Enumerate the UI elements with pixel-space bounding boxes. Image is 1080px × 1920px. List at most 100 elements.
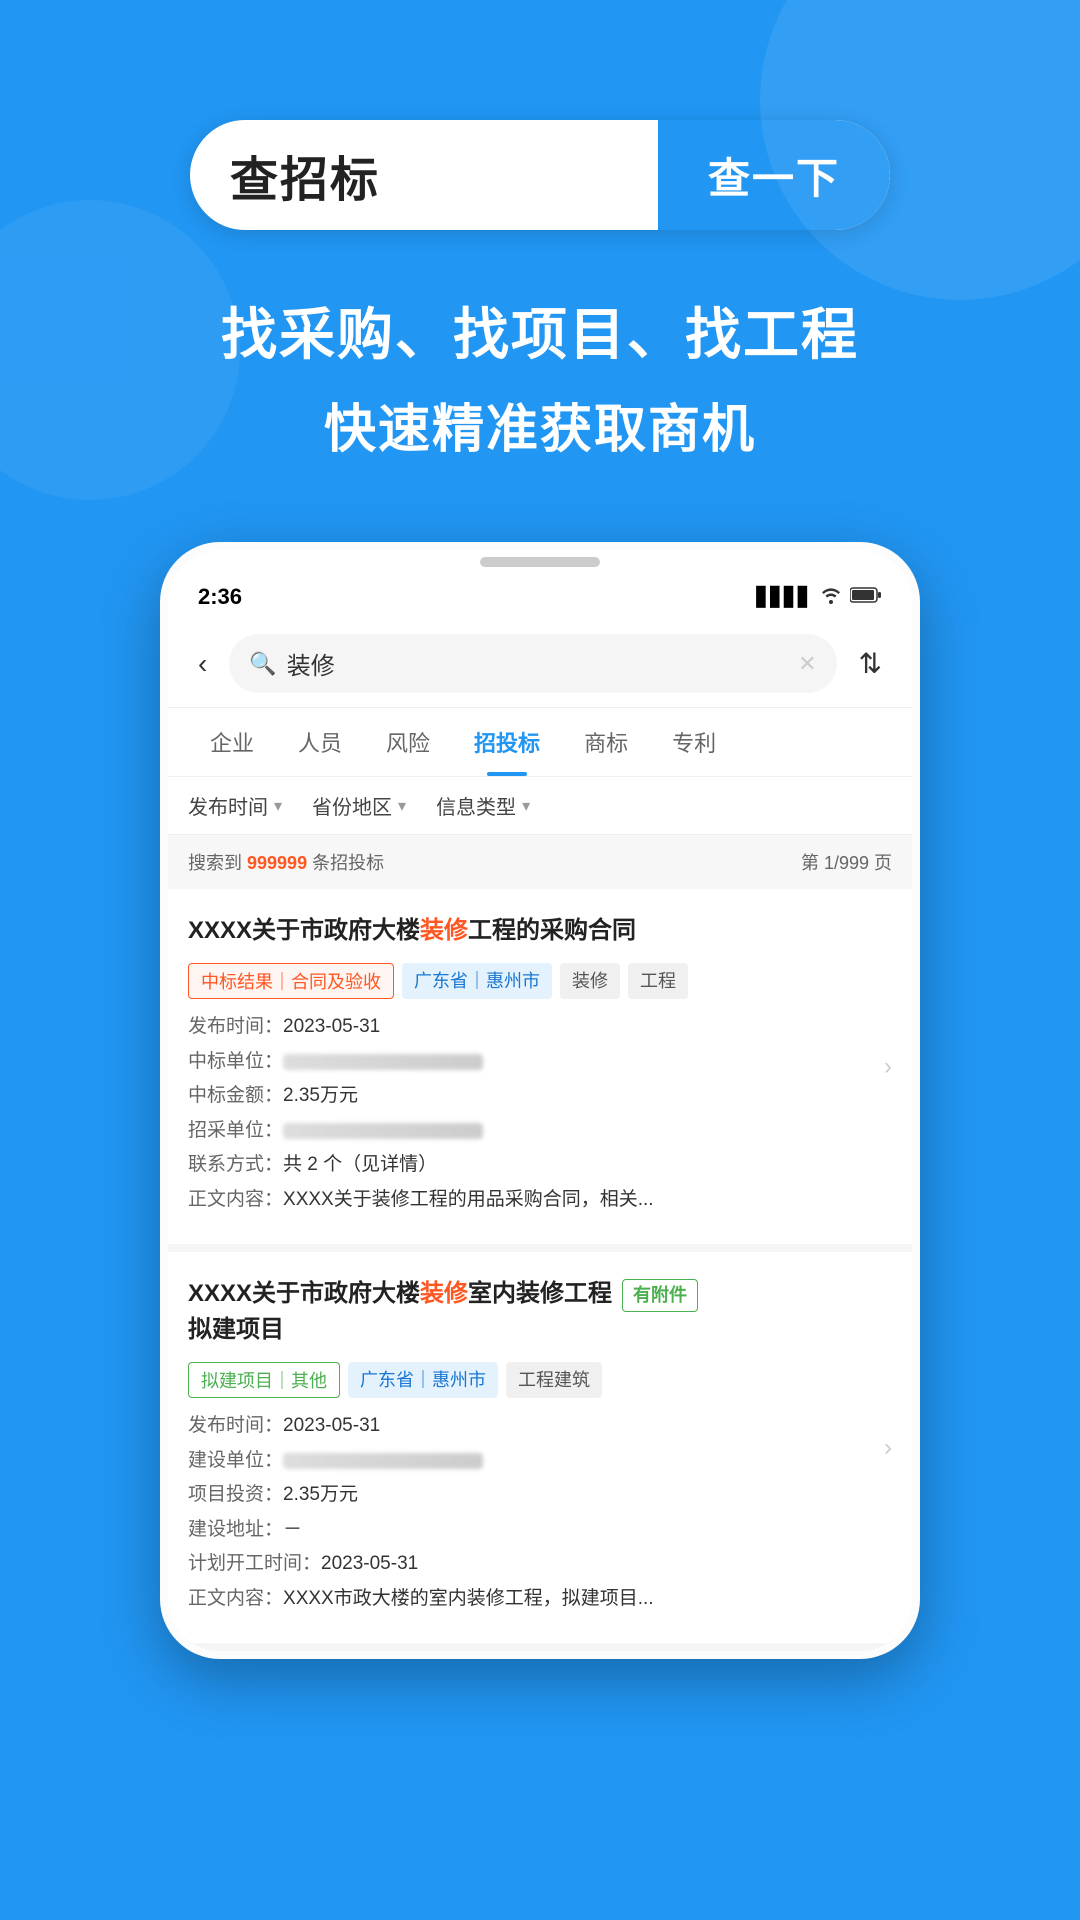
phone-search-input[interactable]: 🔍 装修 ✕ xyxy=(229,634,836,693)
filter-time-arrow: ▾ xyxy=(274,796,282,816)
info-content-1: 正文内容： XXXX关于装修工程的用品采购合同，相关... xyxy=(188,1186,892,1215)
info-label-buyer-1: 招采单位： xyxy=(188,1117,283,1146)
filter-region-arrow: ▾ xyxy=(398,796,406,816)
info-value-amount-1: 2.35万元 xyxy=(283,1082,358,1111)
info-value-time-1: 2023-05-31 xyxy=(283,1013,380,1042)
info-content-2: 正文内容： XXXX市政大楼的室内装修工程，拟建项目... xyxy=(188,1585,892,1614)
info-label-amount-1: 中标金额： xyxy=(188,1082,283,1111)
info-investment-2: 项目投资： 2.35万元 xyxy=(188,1481,892,1510)
search-input-area[interactable]: 查招标 xyxy=(190,140,658,210)
result-tags-2: 拟建项目｜其他 广东省｜惠州市 工程建筑 xyxy=(188,1362,892,1398)
info-label-content-1: 正文内容： xyxy=(188,1186,283,1215)
result-title-suffix-2: 室内装修工程 xyxy=(468,1280,612,1307)
info-label-investment-2: 项目投资： xyxy=(188,1481,283,1510)
search-clear-icon[interactable]: ✕ xyxy=(798,651,816,677)
results-info-bar: 搜索到 999999 条招投标 第 1/999 页 xyxy=(168,835,912,889)
info-winner-1: 中标单位： xyxy=(188,1048,892,1077)
filter-time-label: 发布时间 xyxy=(188,791,268,820)
info-starttime-2: 计划开工时间： 2023-05-31 xyxy=(188,1550,892,1579)
results-suffix: 条招投标 xyxy=(307,853,384,873)
phone-mockup: 2:36 ▋▋▋▋ ‹ xyxy=(160,542,920,1659)
tab-enterprise[interactable]: 企业 xyxy=(188,708,276,776)
info-publish-time-2: 发布时间： 2023-05-31 xyxy=(188,1412,892,1441)
filter-region[interactable]: 省份地区 ▾ xyxy=(312,791,406,820)
result-title-suffix-1: 工程的采购合同 xyxy=(468,917,636,944)
tab-bidding[interactable]: 招投标 xyxy=(452,708,562,776)
phone-notch xyxy=(480,557,600,567)
results-prefix: 搜索到 xyxy=(188,853,247,873)
tag-region-2: 广东省｜惠州市 xyxy=(348,1362,498,1398)
tab-trademark[interactable]: 商标 xyxy=(562,708,650,776)
tab-patent[interactable]: 专利 xyxy=(650,708,738,776)
info-label-time-2: 发布时间： xyxy=(188,1412,283,1441)
info-label-address-2: 建设地址： xyxy=(188,1516,283,1545)
info-value-address-2: － xyxy=(283,1516,302,1545)
phone-search-bar: ‹ 🔍 装修 ✕ ⇅ xyxy=(168,620,912,708)
info-label-builder-2: 建设单位： xyxy=(188,1447,283,1476)
result-item-2[interactable]: XXXX关于市政府大楼装修室内装修工程有附件拟建项目 拟建项目｜其他 广东省｜惠… xyxy=(168,1252,912,1651)
filter-time[interactable]: 发布时间 ▾ xyxy=(188,791,282,820)
search-icon-small: 🔍 xyxy=(249,651,276,677)
result-title-line2-2: 拟建项目 xyxy=(188,1316,284,1343)
wifi-icon xyxy=(820,586,842,609)
status-icons: ▋▋▋▋ xyxy=(757,586,882,609)
tag-region-1: 广东省｜惠州市 xyxy=(402,963,552,999)
result-title-highlight-1: 装修 xyxy=(420,917,468,944)
info-value-winner-1 xyxy=(283,1054,483,1070)
info-label-starttime-2: 计划开工时间： xyxy=(188,1550,321,1579)
filter-button[interactable]: ⇅ xyxy=(849,647,892,680)
battery-icon xyxy=(850,586,882,609)
tag-cat-2: 工程 xyxy=(628,963,688,999)
attachment-badge: 有附件 xyxy=(622,1279,698,1312)
result-title-prefix-1: XXXX关于市政府大楼 xyxy=(188,917,420,944)
info-publish-time-1: 发布时间： 2023-05-31 xyxy=(188,1013,892,1042)
phone-notch-bar xyxy=(168,550,912,574)
result-arrow-2: › xyxy=(884,1434,892,1462)
signal-icon: ▋▋▋▋ xyxy=(757,587,812,608)
info-amount-1: 中标金额： 2.35万元 xyxy=(188,1082,892,1111)
tabs-bar: 企业 人员 风险 招投标 商标 专利 xyxy=(168,708,912,777)
info-label-contact-1: 联系方式： xyxy=(188,1151,283,1180)
info-buyer-1: 招采单位： xyxy=(188,1117,892,1146)
results-summary: 搜索到 999999 条招投标 xyxy=(188,849,384,875)
filter-type-arrow: ▾ xyxy=(522,796,530,816)
info-label-content-2: 正文内容： xyxy=(188,1585,283,1614)
info-value-buyer-1 xyxy=(283,1123,483,1139)
info-label-winner-1: 中标单位： xyxy=(188,1048,283,1077)
result-title-1: XXXX关于市政府大楼装修工程的采购合同 xyxy=(188,913,892,949)
result-item-1[interactable]: XXXX关于市政府大楼装修工程的采购合同 中标结果｜合同及验收 广东省｜惠州市 … xyxy=(168,889,912,1252)
tag-result-type-1: 中标结果｜合同及验收 xyxy=(188,963,394,999)
info-label-time-1: 发布时间： xyxy=(188,1013,283,1042)
filter-type[interactable]: 信息类型 ▾ xyxy=(436,791,530,820)
info-value-time-2: 2023-05-31 xyxy=(283,1412,380,1441)
info-value-content-1: XXXX关于装修工程的用品采购合同，相关... xyxy=(283,1186,654,1215)
tab-person[interactable]: 人员 xyxy=(276,708,364,776)
tag-cat-3: 工程建筑 xyxy=(506,1362,602,1398)
result-title-2: XXXX关于市政府大楼装修室内装修工程有附件拟建项目 xyxy=(188,1276,892,1348)
results-count: 999999 xyxy=(247,853,307,873)
result-arrow-1: › xyxy=(884,1053,892,1081)
tag-cat-1: 装修 xyxy=(560,963,620,999)
result-title-highlight-2: 装修 xyxy=(420,1280,468,1307)
info-contact-1: 联系方式： 共 2 个（见详情） xyxy=(188,1151,892,1180)
info-builder-2: 建设单位： xyxy=(188,1447,892,1476)
results-page: 第 1/999 页 xyxy=(801,849,892,875)
filters-bar: 发布时间 ▾ 省份地区 ▾ 信息类型 ▾ xyxy=(168,777,912,835)
info-value-starttime-2: 2023-05-31 xyxy=(321,1550,418,1579)
info-value-builder-2 xyxy=(283,1453,483,1469)
back-button[interactable]: ‹ xyxy=(188,648,217,680)
info-value-contact-1: 共 2 个（见详情） xyxy=(283,1151,437,1180)
result-title-prefix-2: XXXX关于市政府大楼 xyxy=(188,1280,420,1307)
result-tags-1: 中标结果｜合同及验收 广东省｜惠州市 装修 工程 xyxy=(188,963,892,999)
filter-type-label: 信息类型 xyxy=(436,791,516,820)
filter-region-label: 省份地区 xyxy=(312,791,392,820)
result-list: XXXX关于市政府大楼装修工程的采购合同 中标结果｜合同及验收 广东省｜惠州市 … xyxy=(168,889,912,1651)
info-value-investment-2: 2.35万元 xyxy=(283,1481,358,1510)
search-input-text: 查招标 xyxy=(230,140,380,210)
tab-risk[interactable]: 风险 xyxy=(364,708,452,776)
info-value-content-2: XXXX市政大楼的室内装修工程，拟建项目... xyxy=(283,1585,654,1614)
status-time: 2:36 xyxy=(198,584,242,610)
tag-result-type-2: 拟建项目｜其他 xyxy=(188,1362,340,1398)
phone-container: 2:36 ▋▋▋▋ ‹ xyxy=(0,542,1080,1659)
search-input-value: 装修 xyxy=(287,646,335,681)
